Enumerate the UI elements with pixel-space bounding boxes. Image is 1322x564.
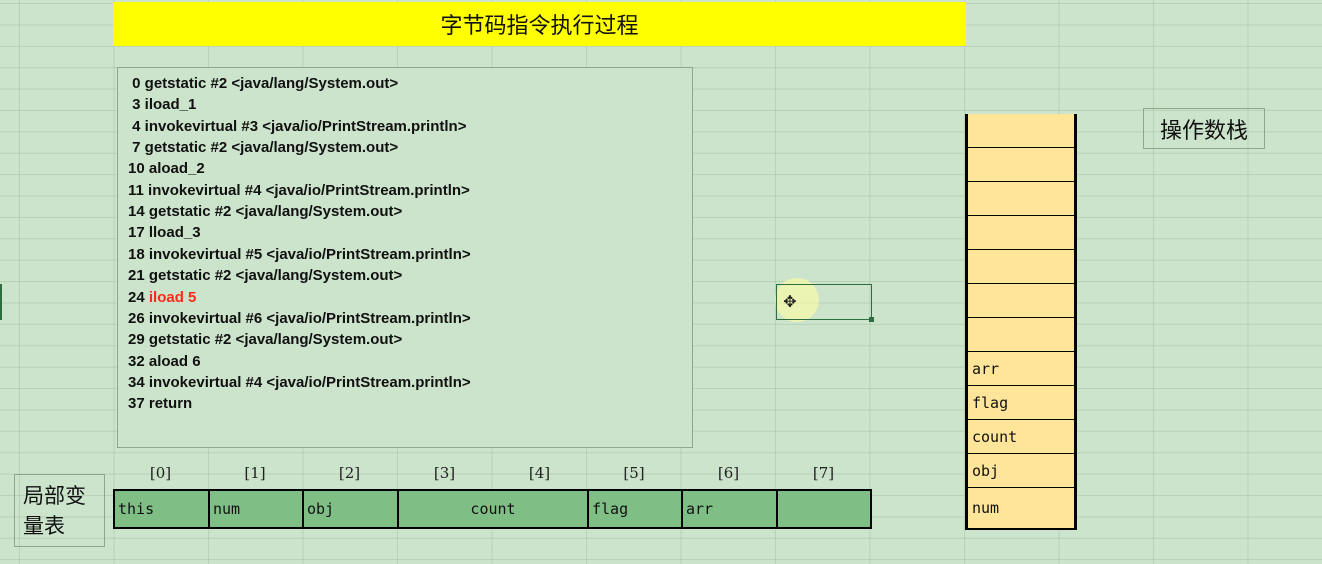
- stack-slot: flag: [965, 386, 1077, 421]
- bytecode-line: 29 getstatic #2 <java/lang/System.out>: [128, 331, 403, 349]
- bytecode-line: 21 getstatic #2 <java/lang/System.out>: [128, 267, 403, 285]
- bytecode-line: 26 invokevirtual #6 <java/io/PrintStream…: [128, 309, 471, 327]
- stack-slot: [965, 114, 1077, 149]
- bytecode-line: 17 lload_3: [128, 224, 201, 242]
- local-var-slot: this: [113, 489, 208, 529]
- stack-slot: [965, 182, 1077, 217]
- local-vars-label-line1: 局部变: [23, 484, 86, 508]
- stack-slot: obj: [965, 454, 1077, 489]
- bytecode-line: 3 iload_1: [128, 96, 197, 114]
- local-var-slot: flag: [587, 489, 681, 529]
- page-title: 字节码指令执行过程: [113, 2, 966, 46]
- bytecode-line: 10 aload_2: [128, 160, 205, 178]
- stack-slot: num: [965, 488, 1077, 530]
- local-var-slot: arr: [681, 489, 776, 529]
- bytecode-line: 11 invokevirtual #4 <java/io/PrintStream…: [128, 181, 470, 199]
- slot-index: [5]: [623, 464, 645, 482]
- local-vars-label-line2: 量表: [23, 514, 65, 538]
- slot-index: [4]: [528, 464, 551, 482]
- slot-index: [6]: [717, 464, 740, 482]
- operand-stack-label: 操作数栈: [1143, 108, 1265, 149]
- slot-index: [7]: [812, 464, 835, 482]
- bytecode-line: 34 invokevirtual #4 <java/io/PrintStream…: [128, 373, 471, 391]
- bytecode-line: 7 getstatic #2 <java/lang/System.out>: [128, 139, 399, 157]
- page-title-text: 字节码指令执行过程: [440, 14, 639, 39]
- bytecode-offset: 24: [128, 288, 149, 306]
- stack-slot: [965, 250, 1077, 285]
- slot-index: [3]: [433, 464, 456, 482]
- bytecode-line: 37 return: [128, 395, 193, 413]
- stack-slot: count: [965, 420, 1077, 455]
- local-vars-label: 局部变 量表: [14, 474, 105, 547]
- stack-slot: arr: [965, 352, 1077, 387]
- operand-stack-label-text: 操作数栈: [1159, 118, 1248, 144]
- stack-slot: [965, 216, 1077, 251]
- stack-slot: [965, 148, 1077, 183]
- current-instruction: iload 5: [148, 288, 197, 306]
- local-var-slot: obj: [302, 489, 397, 529]
- slot-index: [1]: [244, 464, 266, 482]
- local-var-slot: num: [208, 489, 302, 529]
- bytecode-line: 4 invokevirtual #3 <java/io/PrintStream.…: [128, 117, 467, 135]
- slot-index: [0]: [149, 464, 172, 482]
- local-var-slot: [776, 489, 872, 529]
- local-var-slot: count: [397, 489, 587, 529]
- fill-handle[interactable]: [869, 317, 874, 322]
- bytecode-line: 32 aload 6: [128, 352, 201, 370]
- stack-slot: [965, 284, 1077, 319]
- bytecode-listing[interactable]: 0 getstatic #2 <java/lang/System.out> 3 …: [117, 67, 693, 448]
- row-indicator: [0, 284, 2, 320]
- bytecode-line: 14 getstatic #2 <java/lang/System.out>: [128, 203, 403, 221]
- bytecode-line: 18 invokevirtual #5 <java/io/PrintStream…: [128, 245, 471, 263]
- stack-slot: [965, 318, 1077, 353]
- bytecode-line: 24 iload 5: [128, 289, 196, 306]
- plus-cursor-icon: ✥: [783, 292, 797, 311]
- bytecode-line: 0 getstatic #2 <java/lang/System.out>: [128, 75, 399, 92]
- slot-index: [2]: [338, 464, 361, 482]
